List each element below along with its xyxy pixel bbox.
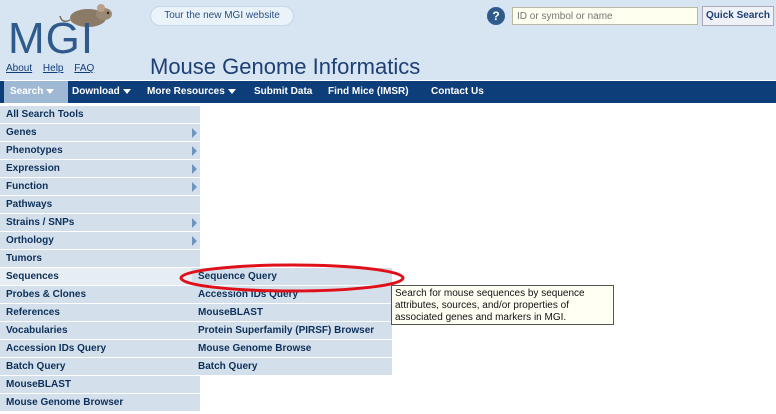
chevron-right-icon	[192, 182, 197, 192]
chevron-down-icon	[227, 88, 236, 94]
tour-button[interactable]: Tour the new MGI website	[150, 6, 294, 26]
faq-link[interactable]: FAQ	[74, 63, 94, 74]
nav-download-label: Download	[72, 86, 120, 97]
nav-search-label: Search	[10, 86, 44, 97]
menu-item-vocabularies[interactable]: Vocabularies	[0, 322, 200, 340]
menu-item-mouseblast[interactable]: MouseBLAST	[0, 376, 200, 394]
menu-item-label: Expression	[6, 163, 60, 174]
quick-search-input[interactable]	[512, 7, 698, 25]
nav-download[interactable]: Download	[72, 81, 131, 103]
menu-item-tumors[interactable]: Tumors	[0, 250, 200, 268]
menu-item-label: Orthology	[6, 235, 54, 246]
menu-item-expression[interactable]: Expression	[0, 160, 200, 178]
nav-submit-data[interactable]: Submit Data	[254, 81, 312, 103]
submenu-item-pirsf-browser[interactable]: Protein Superfamily (PIRSF) Browser	[192, 322, 392, 340]
chevron-down-icon	[46, 88, 55, 94]
help-link[interactable]: Help	[43, 63, 64, 74]
help-icon[interactable]: ?	[487, 7, 505, 25]
search-dropdown-menu: All Search Tools Genes Phenotypes Expres…	[0, 106, 200, 412]
menu-item-all-search-tools[interactable]: All Search Tools	[0, 106, 200, 124]
menu-item-label: Strains / SNPs	[6, 217, 75, 228]
nav-contact-us[interactable]: Contact Us	[431, 81, 484, 103]
logo-links: About Help FAQ	[6, 63, 102, 74]
nav-search[interactable]: Search	[4, 81, 68, 103]
menu-item-phenotypes[interactable]: Phenotypes	[0, 142, 200, 160]
menu-item-mouse-genome-browser[interactable]: Mouse Genome Browser	[0, 394, 200, 412]
submenu-item-sequence-query[interactable]: Sequence Query	[192, 268, 392, 286]
sequences-submenu: Sequence Query Accession IDs Query Mouse…	[192, 268, 392, 376]
sequence-query-tooltip: Search for mouse sequences by sequence a…	[391, 285, 614, 325]
menu-item-label: Phenotypes	[6, 145, 63, 156]
submenu-item-mouse-genome-browse[interactable]: Mouse Genome Browse	[192, 340, 392, 358]
nav-more-resources[interactable]: More Resources	[147, 81, 236, 103]
menu-item-orthology[interactable]: Orthology	[0, 232, 200, 250]
menu-item-sequences[interactable]: Sequences	[0, 268, 200, 286]
submenu-item-accession-ids-query[interactable]: Accession IDs Query	[192, 286, 392, 304]
menu-item-genes[interactable]: Genes	[0, 124, 200, 142]
quick-search-button[interactable]: Quick Search	[702, 6, 774, 26]
menu-item-probes-clones[interactable]: Probes & Clones	[0, 286, 200, 304]
menu-item-strains-snps[interactable]: Strains / SNPs	[0, 214, 200, 232]
submenu-item-mouseblast[interactable]: MouseBLAST	[192, 304, 392, 322]
menu-item-accession-ids-query[interactable]: Accession IDs Query	[0, 340, 200, 358]
submenu-item-batch-query[interactable]: Batch Query	[192, 358, 392, 376]
nav-more-resources-label: More Resources	[147, 86, 225, 97]
menu-item-label: Genes	[6, 127, 37, 138]
chevron-right-icon	[192, 146, 197, 156]
site-title: Mouse Genome Informatics	[150, 54, 421, 79]
nav-find-mice[interactable]: Find Mice (IMSR)	[328, 81, 409, 103]
menu-item-batch-query[interactable]: Batch Query	[0, 358, 200, 376]
menu-item-references[interactable]: References	[0, 304, 200, 322]
chevron-right-icon	[192, 236, 197, 246]
chevron-down-icon	[122, 88, 131, 94]
chevron-right-icon	[192, 218, 197, 228]
chevron-right-icon	[192, 164, 197, 174]
chevron-right-icon	[192, 128, 197, 138]
logo-text[interactable]: MGI	[8, 14, 94, 64]
menu-item-function[interactable]: Function	[0, 178, 200, 196]
main-nav: Search Download More Resources Submit Da…	[0, 81, 776, 103]
menu-item-label: Function	[6, 181, 49, 192]
header: MGI About Help FAQ Tour the new MGI webs…	[0, 0, 776, 80]
logo-area: MGI About Help FAQ	[0, 0, 140, 80]
about-link[interactable]: About	[6, 63, 32, 74]
menu-item-pathways[interactable]: Pathways	[0, 196, 200, 214]
